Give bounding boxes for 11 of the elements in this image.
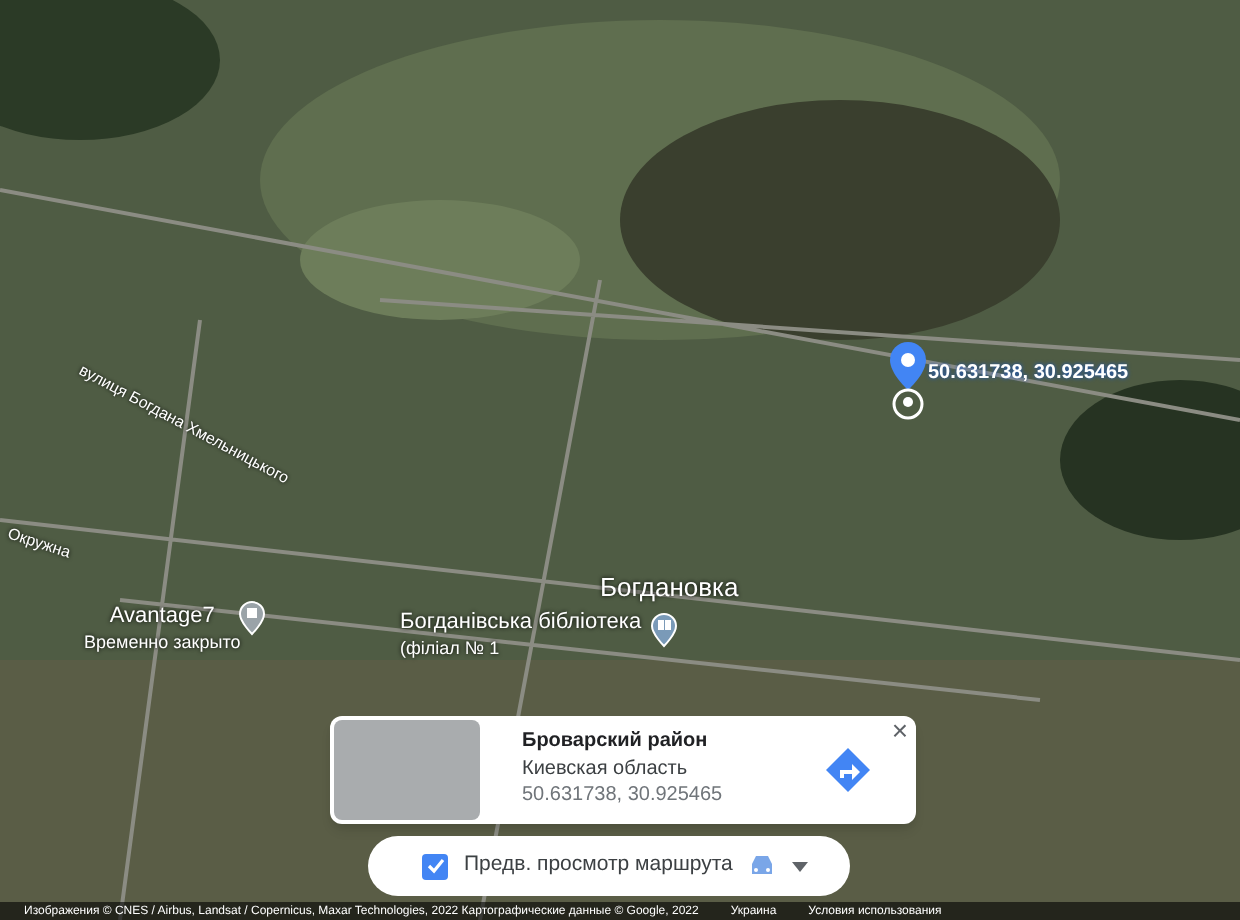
- place-status-label: Временно закрыто: [84, 631, 241, 654]
- town-label: Богдановка: [600, 572, 739, 605]
- place-title: Броварский район: [522, 730, 710, 756]
- coordinates-label: 50.631738, 30.925465: [522, 784, 723, 810]
- place-label: Богданівська бібліотека: [400, 610, 642, 638]
- route-preview-label: Предв. просмотр маршрута: [464, 850, 733, 881]
- place-status-label: (філіал № 1: [400, 637, 500, 660]
- close-button[interactable]: ×: [891, 716, 908, 744]
- place-label: Avantage7: [109, 604, 215, 632]
- region-label: Киевская область: [522, 757, 690, 783]
- pin-coordinates-label: 50.631738, 30.925465: [928, 360, 1129, 388]
